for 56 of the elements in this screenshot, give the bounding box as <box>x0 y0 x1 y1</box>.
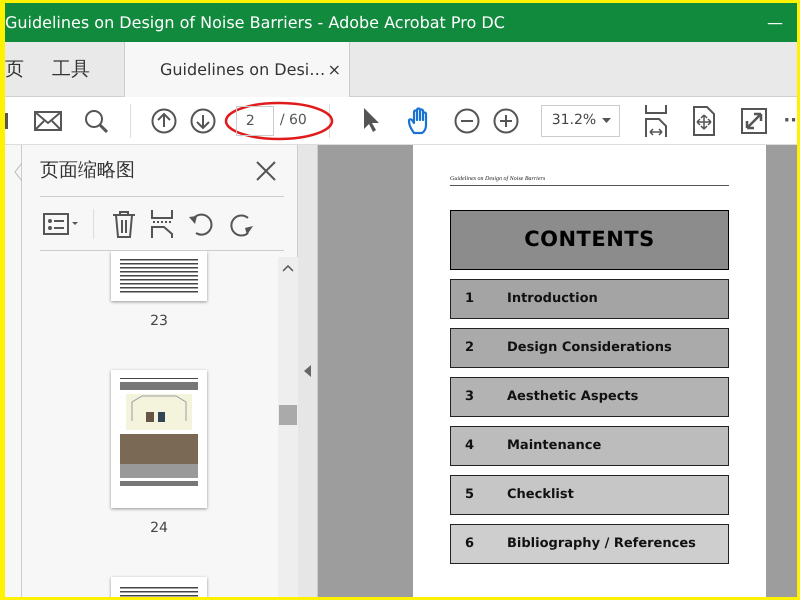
entry-number: 5 <box>464 486 476 504</box>
chevron-up-icon[interactable] <box>282 265 294 272</box>
contents-entry[interactable]: 1 Introduction <box>450 279 729 319</box>
page-number-label: 23 <box>150 312 168 331</box>
entry-title: Aesthetic Aspects <box>507 388 638 406</box>
zoom-value: 31.2% <box>552 111 596 130</box>
page-total: / 60 <box>280 111 307 130</box>
trash-icon[interactable] <box>112 210 136 238</box>
contents-entry[interactable]: 5 Checklist <box>450 475 729 515</box>
close-icon[interactable] <box>256 160 276 180</box>
window-title: Guidelines on Design of Noise Barriers - Adobe Acrobat Pro DC <box>5 12 505 34</box>
panel-pointer-icon <box>14 163 22 181</box>
tab-label: Guidelines on Desi… <box>160 58 326 80</box>
nav-tab[interactable]: 页 <box>5 52 24 86</box>
mail-icon[interactable] <box>34 110 62 130</box>
scrollbar[interactable] <box>278 257 298 597</box>
entry-number: 1 <box>464 290 476 308</box>
page-number-field[interactable]: 2 <box>236 106 274 136</box>
caret-icon <box>602 118 612 123</box>
contents-entry[interactable]: 6 Bibliography / References <box>450 524 729 564</box>
zoom-out-icon[interactable] <box>454 108 480 134</box>
more-button[interactable]: ·· <box>783 107 798 134</box>
collapse-arrow-icon[interactable] <box>304 365 311 377</box>
entry-title: Bibliography / References <box>507 535 696 554</box>
contents-entry[interactable]: 3 Aesthetic Aspects <box>450 377 729 417</box>
minimize-button[interactable]: — <box>767 10 783 34</box>
zoom-in-icon[interactable] <box>492 108 519 134</box>
page-number-label: 24 <box>150 519 168 538</box>
arrow-up-icon[interactable] <box>150 108 177 134</box>
entry-title: Checklist <box>507 486 574 504</box>
contents-entry[interactable]: 4 Maintenance <box>450 426 729 466</box>
page-move-icon[interactable] <box>692 106 716 136</box>
entry-number: 4 <box>464 437 476 456</box>
entry-title: Maintenance <box>507 437 602 456</box>
page-thumbnail[interactable] <box>120 257 198 295</box>
hand-icon[interactable] <box>406 106 429 134</box>
entry-title: Introduction <box>507 290 598 308</box>
panel-title: 页面缩略图 <box>40 158 135 184</box>
document-tab[interactable]: Guidelines on Desi…× <box>125 42 350 97</box>
scroll-thumb[interactable] <box>279 405 297 425</box>
entry-number: 6 <box>464 535 476 554</box>
insert-page-icon[interactable] <box>150 210 174 238</box>
contents-entry[interactable]: 2 Design Considerations <box>450 328 729 368</box>
entry-number: 2 <box>464 339 476 358</box>
options-icon[interactable] <box>43 212 79 234</box>
full-screen-icon[interactable] <box>741 108 768 134</box>
arrow-down-icon[interactable] <box>190 108 216 134</box>
contents-heading: CONTENTS <box>450 210 729 270</box>
zoom-dropdown[interactable]: 31.2% <box>540 104 620 136</box>
entry-title: Design Considerations <box>507 339 672 358</box>
search-icon[interactable] <box>84 108 108 132</box>
fit-page-icon[interactable] <box>644 104 668 136</box>
tab-close-button[interactable]: × <box>328 58 341 82</box>
entry-number: 3 <box>464 388 476 406</box>
rotate-left-icon[interactable] <box>188 210 214 236</box>
nav-tab[interactable]: 工具 <box>52 52 90 86</box>
